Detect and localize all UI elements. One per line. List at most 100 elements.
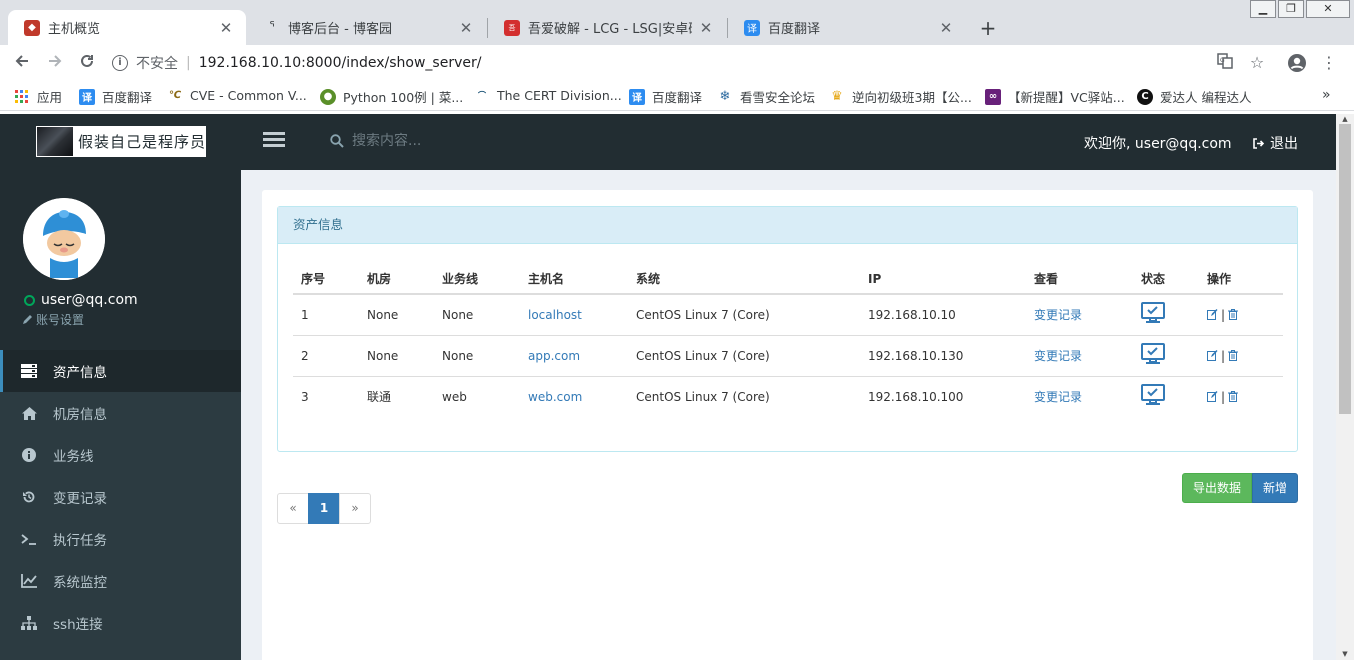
logout-button[interactable]: 退出 bbox=[1252, 133, 1298, 153]
sidebar-item-label: 执行任务 bbox=[53, 533, 107, 549]
change-log-link[interactable]: 变更记录 bbox=[1034, 390, 1082, 404]
change-log-link[interactable]: 变更记录 bbox=[1034, 308, 1082, 322]
new-tab-button[interactable]: + bbox=[975, 16, 1001, 42]
maximize-window-button[interactable]: ❐ bbox=[1278, 0, 1304, 18]
tab-52pojie[interactable]: 吾 吾爱破解 - LCG - LSG|安卓破解| ✕ bbox=[488, 10, 726, 45]
profile-button[interactable] bbox=[1287, 53, 1307, 73]
monitor-status-icon[interactable] bbox=[1141, 343, 1165, 365]
account-settings-link[interactable]: 账号设置 bbox=[22, 311, 84, 328]
pagination-prev-button[interactable]: « bbox=[277, 493, 309, 524]
reload-button[interactable] bbox=[77, 53, 97, 73]
bookmarks-overflow-button[interactable]: » bbox=[1322, 87, 1331, 103]
column-header: 机房 bbox=[359, 264, 434, 295]
pagination-page-1[interactable]: 1 bbox=[308, 493, 340, 524]
site-info-icon[interactable]: i bbox=[112, 55, 128, 71]
bookmark-aidaren[interactable]: C 爱达人 编程达人 bbox=[1137, 87, 1251, 106]
server-icon bbox=[20, 363, 38, 379]
hostname-link[interactable]: app.com bbox=[528, 349, 580, 363]
forward-button[interactable] bbox=[45, 53, 65, 73]
pagination-next-button[interactable]: » bbox=[339, 493, 371, 524]
sidebar-item-label: 业务线 bbox=[53, 449, 94, 465]
sidebar-item-label: ssh连接 bbox=[53, 617, 103, 633]
pagination: « 1 » bbox=[277, 493, 371, 524]
bookmark-kanxue[interactable]: ❄ 看雪安全论坛 bbox=[717, 87, 815, 106]
arrow-right-icon bbox=[49, 55, 62, 67]
sidebar-item-ssh[interactable]: ssh连接 bbox=[0, 602, 241, 644]
trash-icon[interactable] bbox=[1228, 309, 1239, 321]
search-icon bbox=[330, 134, 344, 148]
hostname-link[interactable]: localhost bbox=[528, 308, 582, 322]
browser-tab-bar: ◆ 主机概览 ✕ ᕐ 博客后台 - 博客园 ✕ 吾 吾爱破解 - LCG - L… bbox=[0, 0, 1354, 45]
tab-host-overview[interactable]: ◆ 主机概览 ✕ bbox=[8, 10, 246, 45]
cell-os: CentOS Linux 7 (Core) bbox=[628, 294, 860, 336]
tab-title: 博客后台 - 博客园 bbox=[288, 22, 392, 37]
close-window-button[interactable]: ✕ bbox=[1306, 0, 1350, 18]
edit-icon[interactable] bbox=[1207, 391, 1218, 403]
bookmark-label: 百度翻译 bbox=[652, 90, 703, 105]
tab-cnblogs[interactable]: ᕐ 博客后台 - 博客园 ✕ bbox=[248, 10, 486, 45]
snowflake-icon: ❄ bbox=[719, 89, 731, 104]
sidebar-item-monitoring[interactable]: 系统监控 bbox=[0, 560, 241, 602]
top-navbar: 假装自己是程序员 欢迎你, user@qq.com 退出 bbox=[0, 114, 1336, 170]
url-field[interactable]: i 不安全 | 192.168.10.10:8000/index/show_se… bbox=[112, 49, 481, 77]
cnblogs-favicon-icon: ᕐ bbox=[269, 20, 275, 35]
scroll-thumb[interactable] bbox=[1339, 124, 1351, 414]
column-header: 系统 bbox=[628, 264, 860, 295]
sidebar-toggle-button[interactable] bbox=[263, 132, 285, 150]
page-scrollbar[interactable]: ▲ ▼ bbox=[1336, 114, 1354, 660]
content-box: 资产信息 序号 机房 业务线 主机名 系统 IP 查看 状态 操作 1 None… bbox=[262, 190, 1313, 660]
search-input[interactable] bbox=[352, 128, 652, 154]
site-logo[interactable]: 假装自己是程序员 bbox=[36, 126, 206, 157]
menu-bar-icon bbox=[263, 138, 285, 141]
bookmark-baidu-translate[interactable]: 译 百度翻译 bbox=[79, 87, 152, 106]
bookmark-apps[interactable]: 应用 bbox=[14, 87, 62, 106]
avatar[interactable] bbox=[23, 198, 105, 280]
menu-bar-icon bbox=[263, 132, 285, 135]
scroll-up-icon[interactable]: ▲ bbox=[1339, 115, 1351, 123]
close-tab-icon[interactable]: ✕ bbox=[698, 19, 714, 37]
bookmark-cert[interactable]: ⌒ The CERT Division... bbox=[474, 87, 622, 103]
trash-icon[interactable] bbox=[1228, 350, 1239, 361]
trash-icon[interactable] bbox=[1228, 391, 1239, 403]
bookmark-python100[interactable]: ● Python 100例 | 菜... bbox=[320, 87, 463, 106]
info-icon bbox=[20, 447, 38, 463]
add-button[interactable]: 新增 bbox=[1252, 473, 1298, 503]
export-data-button[interactable]: 导出数据 bbox=[1182, 473, 1252, 503]
browser-menu-button[interactable]: ⋮ bbox=[1319, 53, 1339, 73]
close-tab-icon[interactable]: ✕ bbox=[218, 19, 234, 37]
sidebar-item-business-line[interactable]: 业务线 bbox=[0, 434, 241, 476]
change-log-link[interactable]: 变更记录 bbox=[1034, 349, 1082, 363]
monitor-status-icon[interactable] bbox=[1141, 384, 1165, 406]
hostname-link[interactable]: web.com bbox=[528, 390, 582, 404]
pencil-icon bbox=[23, 315, 32, 324]
tab-baidu-translate[interactable]: 译 百度翻译 ✕ bbox=[728, 10, 966, 45]
chart-icon bbox=[20, 573, 38, 589]
edit-icon[interactable] bbox=[1207, 350, 1218, 361]
column-header: 操作 bbox=[1199, 264, 1283, 295]
sidebar-item-run-task[interactable]: 执行任务 bbox=[0, 518, 241, 560]
back-button[interactable] bbox=[12, 53, 32, 73]
minimize-window-button[interactable]: ▁ bbox=[1250, 0, 1276, 18]
scroll-down-icon[interactable]: ▼ bbox=[1339, 650, 1351, 658]
close-tab-icon[interactable]: ✕ bbox=[458, 19, 474, 37]
sidebar-item-assets[interactable]: 资产信息 bbox=[0, 350, 241, 392]
translate-page-button[interactable]: G bbox=[1215, 53, 1235, 73]
logout-label: 退出 bbox=[1270, 136, 1298, 152]
monitor-status-icon[interactable] bbox=[1141, 302, 1165, 324]
close-tab-icon[interactable]: ✕ bbox=[938, 19, 954, 37]
bookmark-vc-station[interactable]: ∞ 【新提醒】VC驿站... bbox=[985, 87, 1125, 106]
bookmark-cve[interactable]: ℃ CVE - Common V... bbox=[167, 87, 307, 103]
bookmark-star-button[interactable]: ☆ bbox=[1247, 53, 1267, 73]
cell-status bbox=[1133, 376, 1199, 417]
sidebar-item-datacenter[interactable]: 机房信息 bbox=[0, 392, 241, 434]
url-text[interactable]: 192.168.10.10:8000/index/show_server/ bbox=[199, 55, 482, 71]
sidebar-item-change-log[interactable]: 变更记录 bbox=[0, 476, 241, 518]
edit-icon[interactable] bbox=[1207, 309, 1218, 321]
avatar-image bbox=[23, 198, 105, 280]
cell-id: 2 bbox=[293, 335, 359, 377]
sidebar-item-label: 资产信息 bbox=[53, 365, 107, 381]
bookmark-reverse-class[interactable]: ♛ 逆向初级班3期【公... bbox=[829, 87, 972, 106]
bookmark-label: 应用 bbox=[37, 90, 63, 105]
tab-title: 百度翻译 bbox=[768, 22, 821, 37]
bookmark-baidu-translate-2[interactable]: 译 百度翻译 bbox=[629, 87, 702, 106]
